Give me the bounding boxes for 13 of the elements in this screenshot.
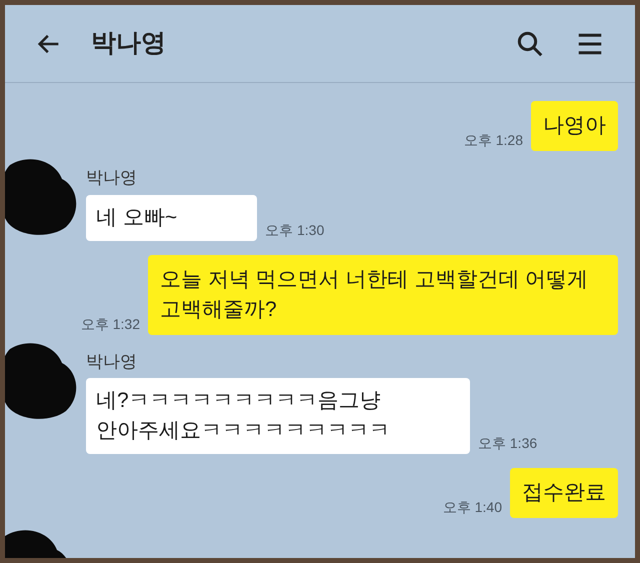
- message-time: 오후 1:40: [442, 498, 502, 517]
- chat-title: 박나영: [91, 28, 166, 59]
- message-time: 오후 1:32: [80, 314, 140, 334]
- sender-name: 박나영: [86, 350, 138, 372]
- message-bubble: 오늘 저녁 먹으면서 너한테 고백할건데 어떻게 고백해줄까?: [148, 254, 618, 334]
- message-bubble: 접수완료: [510, 468, 618, 518]
- message-bubble: 네 오빠~: [86, 194, 258, 240]
- message-bubble: 나영아: [531, 101, 618, 151]
- message-time: 오후 1:30: [265, 220, 324, 240]
- message-bubble: 네?ㅋㅋㅋㅋㅋㅋㅋㅋㅋ음그냥 안아주세요ㅋㅋㅋㅋㅋㅋㅋㅋㅋ: [86, 378, 470, 454]
- message-time: 오후 1:28: [464, 131, 523, 150]
- sender-name: 박나영: [86, 167, 138, 189]
- message-time: 오후 1:36: [478, 434, 538, 453]
